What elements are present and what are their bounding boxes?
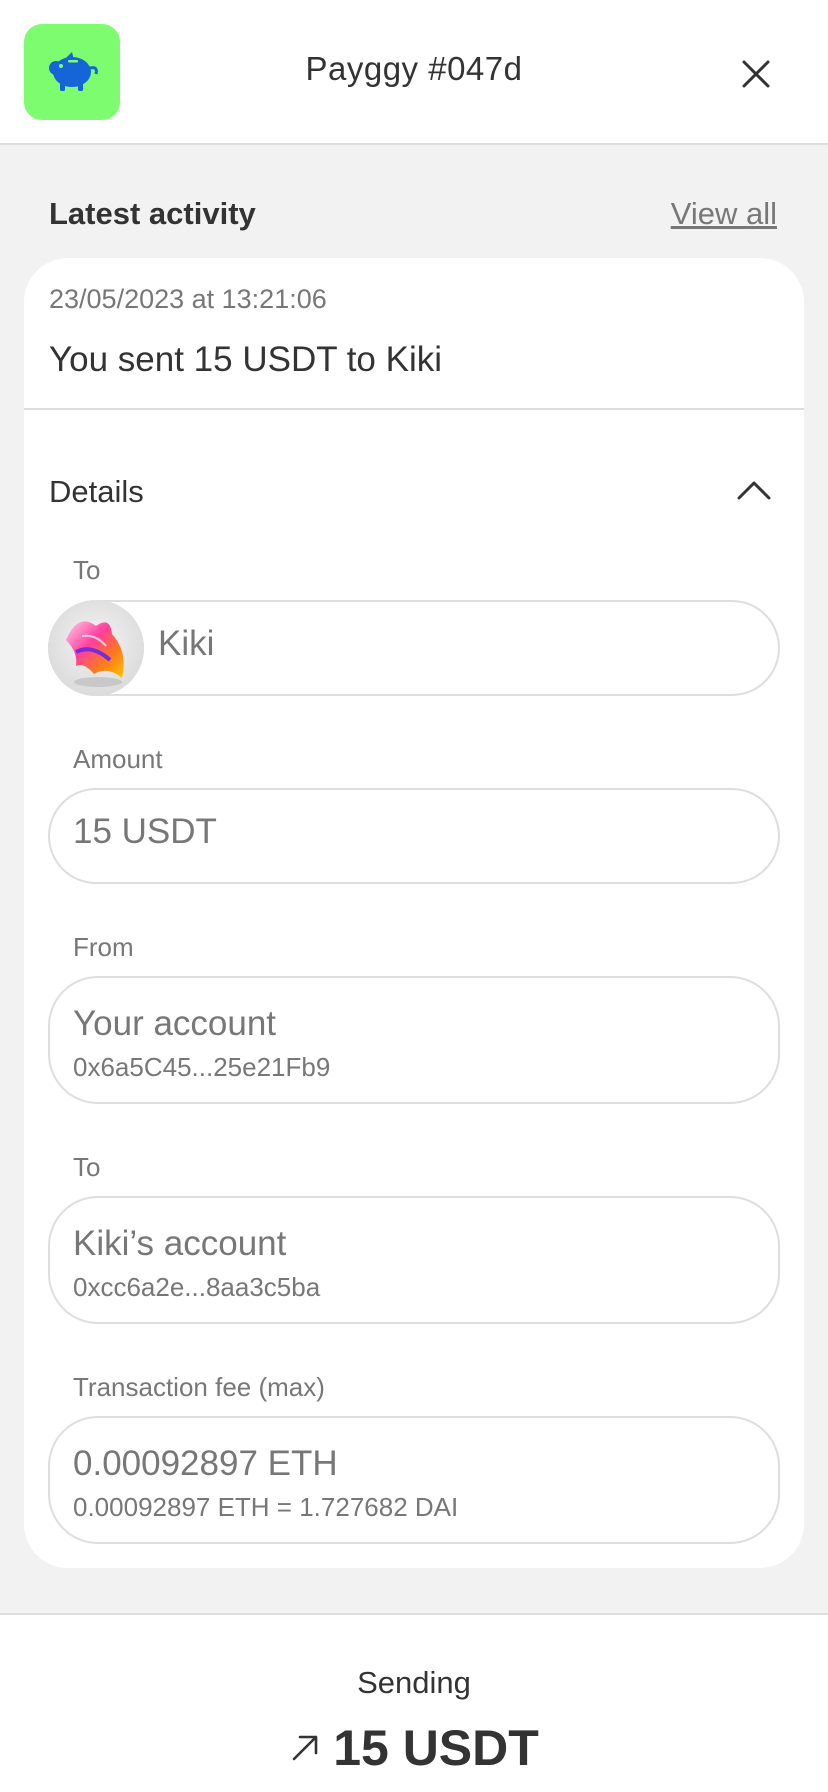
transfer-amount-row: 15 USDT: [0, 1719, 828, 1777]
chevron-up-icon: [737, 481, 771, 500]
close-button[interactable]: [734, 52, 778, 96]
to-account-title: Kiki’s account: [73, 1224, 287, 1263]
header: Payggy #047d: [0, 0, 828, 145]
activity-card: 23/05/2023 at 13:21:06 You sent 15 USDT …: [24, 258, 804, 1568]
details-label: Details: [49, 474, 144, 509]
section-title: Latest activity: [49, 196, 256, 231]
divider: [24, 408, 804, 410]
fee-label: Transaction fee (max): [73, 1372, 325, 1402]
activity-summary: You sent 15 USDT to Kiki: [49, 340, 442, 379]
to-account-label: To: [73, 1152, 101, 1182]
from-account-title: Your account: [73, 1004, 277, 1043]
fee-conversion: 0.00092897 ETH = 1.727682 DAI: [73, 1492, 459, 1522]
page-title: Payggy #047d: [305, 50, 523, 87]
details-toggle-button[interactable]: [734, 470, 774, 510]
details-header[interactable]: Details: [49, 466, 779, 516]
recipient-field[interactable]: Kiki: [48, 600, 780, 696]
footer: Sending 15 USDT: [0, 1613, 828, 1792]
to-account-field[interactable]: Kiki’s account 0xcc6a2e...8aa3c5ba: [48, 1196, 780, 1324]
activity-timestamp: 23/05/2023 at 13:21:06: [49, 284, 327, 314]
avatar: [48, 600, 144, 696]
amount-value: 15 USDT: [73, 812, 217, 851]
from-account-field[interactable]: Your account 0x6a5C45...25e21Fb9: [48, 976, 780, 1104]
recipient-name: Kiki: [158, 624, 215, 663]
view-all-link[interactable]: View all: [671, 196, 777, 232]
amount-field[interactable]: 15 USDT: [48, 788, 780, 884]
transfer-amount: 15 USDT: [333, 1720, 539, 1776]
amount-label: Amount: [73, 744, 163, 774]
shell-avatar-icon: [48, 600, 144, 696]
transfer-status: Sending: [357, 1665, 471, 1700]
from-label: From: [73, 932, 134, 962]
fee-value: 0.00092897 ETH: [73, 1444, 338, 1483]
to-account-address: 0xcc6a2e...8aa3c5ba: [73, 1272, 321, 1302]
arrow-up-right-icon: [292, 1735, 318, 1761]
close-icon: [742, 60, 770, 88]
recipient-label: To: [73, 555, 101, 585]
from-account-address: 0x6a5C45...25e21Fb9: [73, 1052, 331, 1082]
fee-field[interactable]: 0.00092897 ETH 0.00092897 ETH = 1.727682…: [48, 1416, 780, 1544]
